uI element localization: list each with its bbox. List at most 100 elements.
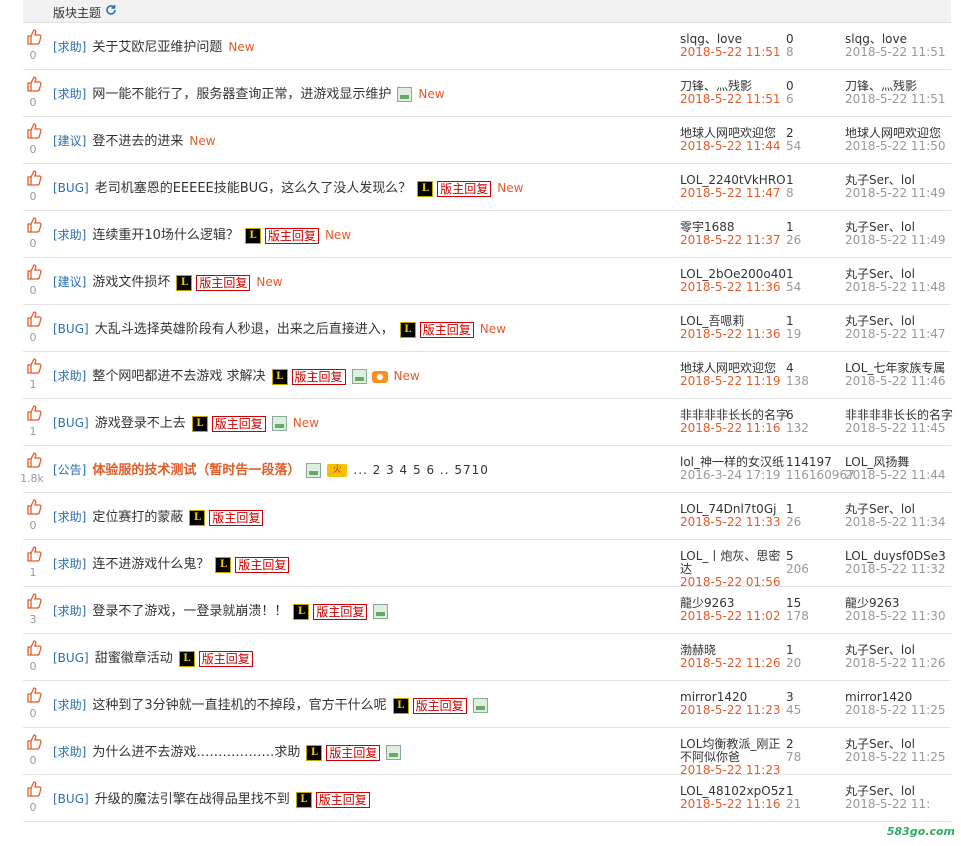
thread-author: 零宇1688 2018-5-22 11:37 bbox=[680, 221, 790, 247]
thread-author: 渤赫晓 2018-5-22 11:26 bbox=[680, 644, 790, 670]
author-name[interactable]: LOL_2240tVkHRO bbox=[680, 173, 786, 187]
thumbs-up-icon[interactable] bbox=[23, 452, 45, 468]
moderator-reply-badge: 版主回复 bbox=[198, 650, 253, 667]
thumbs-up-icon[interactable] bbox=[23, 499, 45, 515]
thread-title-link[interactable]: 体验服的技术测试（暂时告一段落） bbox=[92, 463, 300, 478]
author-name[interactable]: LOL_丨炮灰、思密达 bbox=[680, 549, 780, 576]
thread-category-tag[interactable]: [公告] bbox=[53, 463, 86, 477]
thread-category-tag[interactable]: [求助] bbox=[53, 604, 86, 618]
moderator-reply-badge: 版主回复 bbox=[291, 368, 346, 385]
thumbs-up-icon[interactable] bbox=[23, 546, 45, 562]
thumbs-up-icon[interactable] bbox=[23, 640, 45, 656]
thread-category-tag[interactable]: [求助] bbox=[53, 228, 86, 242]
thread-category-tag[interactable]: [BUG] bbox=[53, 181, 89, 195]
thread-list: 0 [求助] 关于艾欧尼亚维护问题 New slqg、love 2018-5-22 11:… bbox=[20, 23, 953, 822]
thread-title-link[interactable]: 连不进游戏什么鬼？ bbox=[92, 557, 209, 572]
lol-game-icon: L bbox=[176, 274, 193, 291]
thread-title-link[interactable]: 老司机塞恩的EEEEE技能BUG，这么久了没人发现么？ bbox=[95, 181, 412, 196]
thumbs-up-icon[interactable] bbox=[23, 311, 45, 327]
author-name[interactable]: 龍少9263 bbox=[680, 596, 735, 610]
thread-title-link[interactable]: 升级的魔法引擎在战得品里找不到 bbox=[95, 792, 290, 807]
page-links[interactable]: ... 2 3 4 5 6 .. 5710 bbox=[353, 463, 489, 477]
thread-category-tag[interactable]: [BUG] bbox=[53, 416, 89, 430]
last-reply-date: 2018-5-22 11:34 bbox=[845, 515, 946, 529]
thread-title-link[interactable]: 登录不了游戏，一登录就崩溃！！ bbox=[92, 604, 287, 619]
thread-category-tag[interactable]: [求助] bbox=[53, 510, 86, 524]
last-reply: 丸子Ser、lol 2018-5-22 11:49 bbox=[845, 221, 955, 247]
thread-title-link[interactable]: 整个网吧都进不去游戏 求解决 bbox=[92, 369, 265, 384]
last-reply: LOL_七年家族专属 2018-5-22 11:46 bbox=[845, 362, 955, 388]
thread-title-link[interactable]: 游戏文件损坏 bbox=[92, 275, 170, 290]
camera-icon bbox=[371, 370, 388, 383]
author-name[interactable]: LOL_74Dnl7t0Gj bbox=[680, 502, 776, 516]
thread-list-header: 版块主题 bbox=[23, 0, 951, 23]
image-attachment-icon bbox=[472, 698, 488, 713]
like-count: 1 bbox=[29, 378, 37, 391]
table-row: 0 [BUG] 大乱斗选择英雄阶段有人秒退，出来之后直接进入， L 版主回复 New LOL… bbox=[23, 305, 951, 352]
thumbs-up-icon[interactable] bbox=[23, 264, 45, 280]
author-name[interactable]: LOL_吾嗯莉 bbox=[680, 314, 744, 328]
thread-category-tag[interactable]: [BUG] bbox=[53, 322, 89, 336]
author-name[interactable]: lol_神一样的女汉纸 bbox=[680, 455, 784, 469]
last-reply-date: 2018-5-22 11:25 bbox=[845, 703, 946, 717]
author-name[interactable]: 非非非非长长的名字 bbox=[680, 408, 788, 422]
thread-title-area: [建议] 登不进去的进来 New bbox=[53, 132, 216, 150]
thread-category-tag[interactable]: [求助] bbox=[53, 369, 86, 383]
refresh-icon[interactable] bbox=[105, 4, 117, 16]
table-row: 1 [求助] 连不进游戏什么鬼？ L 版主回复 LOL_丨炮灰、思密达 2018-5-22 … bbox=[23, 540, 951, 589]
last-reply: 丸子Ser、lol 2018-5-22 11:26 bbox=[845, 644, 955, 670]
author-name[interactable]: slqg、love bbox=[680, 32, 742, 46]
thumbs-up-icon[interactable] bbox=[23, 405, 45, 421]
author-name[interactable]: 刀锋、灬残影 bbox=[680, 79, 752, 93]
table-row: 0 [求助] 这种到了3分钟就一直挂机的不掉段，官方干什么呢 L 版主回复 mirror1… bbox=[23, 681, 951, 728]
last-reply-date: 2018-5-22 11:51 bbox=[845, 92, 946, 106]
thread-category-tag[interactable]: [BUG] bbox=[53, 792, 89, 806]
author-name[interactable]: 零宇1688 bbox=[680, 220, 735, 234]
thumbs-up-icon[interactable] bbox=[23, 123, 45, 139]
thumbs-up-icon[interactable] bbox=[23, 170, 45, 186]
table-row: 0 [求助] 为什么进不去游戏………………求助 L 版主回复 LOL均衡教派_刚正不阿似你… bbox=[23, 728, 951, 777]
thread-category-tag[interactable]: [求助] bbox=[53, 698, 86, 712]
thread-category-tag[interactable]: [BUG] bbox=[53, 651, 89, 665]
author-name[interactable]: 地球人网吧欢迎您 bbox=[680, 126, 776, 140]
thumbs-up-icon[interactable] bbox=[23, 781, 45, 797]
last-reply-date: 2018-5-22 11:46 bbox=[845, 374, 946, 388]
author-name[interactable]: LOL_48102xpO5z bbox=[680, 784, 785, 798]
thumbs-up-icon[interactable] bbox=[23, 76, 45, 92]
thread-author: LOL_74Dnl7t0Gj 2018-5-22 11:33 bbox=[680, 503, 790, 529]
author-name[interactable]: 地球人网吧欢迎您 bbox=[680, 361, 776, 375]
thread-title-link[interactable]: 登不进去的进来 bbox=[92, 134, 183, 149]
thumbs-up-icon[interactable] bbox=[23, 734, 45, 750]
thumbs-up-icon[interactable] bbox=[23, 593, 45, 609]
thread-title-area: [建议] 游戏文件损坏 L 版主回复 New bbox=[53, 273, 283, 291]
thread-category-tag[interactable]: [求助] bbox=[53, 40, 86, 54]
thread-title-link[interactable]: 甜蜜徽章活动 bbox=[95, 651, 173, 666]
author-name[interactable]: 渤赫晓 bbox=[680, 643, 716, 657]
table-row: 3 [求助] 登录不了游戏，一登录就崩溃！！ L 版主回复 龍少9263 2018-5-22… bbox=[23, 587, 951, 634]
thumbs-up-icon[interactable] bbox=[23, 217, 45, 233]
table-row: 0 [建议] 游戏文件损坏 L 版主回复 New LOL_2bOe200o40 2018-5-… bbox=[23, 258, 951, 305]
author-name[interactable]: mirror1420 bbox=[680, 690, 747, 704]
thread-title-link[interactable]: 游戏登录不上去 bbox=[95, 416, 186, 431]
thread-title-link[interactable]: 关于艾欧尼亚维护问题 bbox=[92, 40, 222, 55]
thread-title-link[interactable]: 网一能不能行了，服务器查询正常，进游戏显示维护 bbox=[92, 87, 391, 102]
last-reply-date: 2018-5-22 11:25 bbox=[845, 750, 946, 764]
thread-title-link[interactable]: 为什么进不去游戏………………求助 bbox=[92, 745, 300, 760]
thread-title-link[interactable]: 这种到了3分钟就一直挂机的不掉段，官方干什么呢 bbox=[92, 698, 386, 713]
thread-category-tag[interactable]: [求助] bbox=[53, 87, 86, 101]
last-reply: 丸子Ser、lol 2018-5-22 11:48 bbox=[845, 268, 955, 294]
author-name[interactable]: LOL均衡教派_刚正不阿似你爸 bbox=[680, 737, 780, 764]
author-name[interactable]: LOL_2bOe200o40 bbox=[680, 267, 786, 281]
thread-title-link[interactable]: 大乱斗选择英雄阶段有人秒退，出来之后直接进入， bbox=[95, 322, 394, 337]
thread-category-tag[interactable]: [建议] bbox=[53, 275, 86, 289]
thumbs-up-icon[interactable] bbox=[23, 687, 45, 703]
like-count: 0 bbox=[29, 660, 37, 673]
thumbs-up-icon[interactable] bbox=[23, 29, 45, 45]
thread-title-link[interactable]: 定位赛打的蒙蔽 bbox=[92, 510, 183, 525]
lol-game-icon: L bbox=[271, 368, 288, 385]
thumbs-up-icon[interactable] bbox=[23, 358, 45, 374]
thread-category-tag[interactable]: [求助] bbox=[53, 745, 86, 759]
thread-title-link[interactable]: 连续重开10场什么逻辑？ bbox=[92, 228, 239, 243]
thread-category-tag[interactable]: [建议] bbox=[53, 134, 86, 148]
thread-category-tag[interactable]: [求助] bbox=[53, 557, 86, 571]
